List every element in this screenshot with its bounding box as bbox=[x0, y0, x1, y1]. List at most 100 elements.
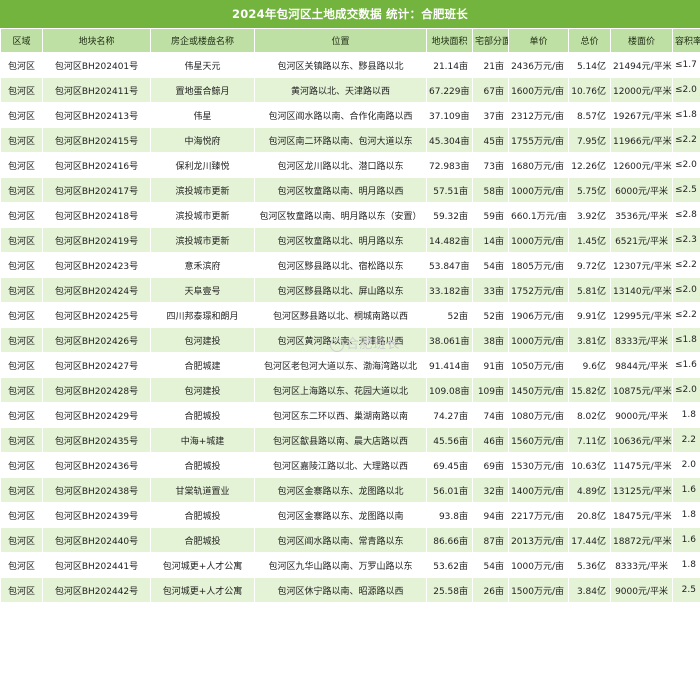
col-plot-name-cell: 包河区BH202424号 bbox=[42, 277, 151, 303]
col-plot-area-cell: 57.51亩 bbox=[426, 177, 473, 203]
col-district-cell: 包河区 bbox=[0, 152, 43, 178]
col-plot-name-cell: 包河区BH202442号 bbox=[42, 577, 151, 603]
col-unit-price-cell: 1000万元/亩 bbox=[508, 227, 569, 253]
col-plot-area-cell: 38.061亩 bbox=[426, 327, 473, 353]
col-developer-cell: 伟星 bbox=[150, 102, 255, 128]
col-developer-cell: 合肥城投 bbox=[150, 527, 255, 553]
col-total-price-cell: 17.44亿 bbox=[568, 527, 611, 553]
col-district-cell: 包河区 bbox=[0, 202, 43, 228]
col-plot-ratio-cell: 1.8 bbox=[672, 402, 700, 428]
watermark: 合肥班长 bbox=[330, 333, 400, 352]
col-district-cell: 包河区 bbox=[0, 577, 43, 603]
col-location-cell: 包河区黟县路以北、屏山路以东 bbox=[254, 277, 427, 303]
col-developer-cell: 置地蛋合鲸月 bbox=[150, 77, 255, 103]
col-unit-price-header: 单价 bbox=[508, 28, 569, 53]
col-plot-ratio-cell: 1.6 bbox=[672, 477, 700, 503]
table-row: 包河区 包河区BH202429号 合肥城投 包河区东二环以西、巢湖南路以南 74.27亩… bbox=[0, 402, 700, 428]
table-row: 包河区 包河区BH202423号 意禾滨府 包河区黟县路以北、宿松路以东 53.847亩… bbox=[0, 252, 700, 278]
col-residential-area-cell: 73亩 bbox=[472, 152, 509, 178]
col-total-price-cell: 4.89亿 bbox=[568, 477, 611, 503]
col-plot-area-cell: 33.182亩 bbox=[426, 277, 473, 303]
col-plot-ratio-cell: 1.6 bbox=[672, 527, 700, 553]
col-plot-area-cell: 69.45亩 bbox=[426, 452, 473, 478]
col-plot-area-cell: 45.304亩 bbox=[426, 127, 473, 153]
col-district-cell: 包河区 bbox=[0, 127, 43, 153]
col-plot-ratio-cell: ≤2.0 bbox=[672, 77, 700, 103]
header-row: 区域 地块名称 房企或楼盘名称 位置 地块面积 宅部分面 单价 总价 楼面价 容积率 bbox=[0, 28, 700, 53]
col-residential-area-cell: 46亩 bbox=[472, 427, 509, 453]
col-location-cell: 包河区关镇路以东、黟县路以北 bbox=[254, 52, 427, 78]
col-residential-area-cell: 74亩 bbox=[472, 402, 509, 428]
col-total-price-cell: 5.14亿 bbox=[568, 52, 611, 78]
col-plot-area-cell: 37.109亩 bbox=[426, 102, 473, 128]
col-unit-price-cell: 1450万元/亩 bbox=[508, 377, 569, 403]
col-floor-price-cell: 12307元/平米 bbox=[610, 252, 673, 278]
col-plot-ratio-cell: ≤2.2 bbox=[672, 302, 700, 328]
col-developer-cell: 中海悦府 bbox=[150, 127, 255, 153]
col-unit-price-cell: 1600万元/亩 bbox=[508, 77, 569, 103]
col-unit-price-cell: 1530万元/亩 bbox=[508, 452, 569, 478]
col-floor-price-cell: 10875元/平米 bbox=[610, 377, 673, 403]
col-plot-ratio-cell: 1.8 bbox=[672, 502, 700, 528]
col-developer-cell: 包河城更+人才公寓 bbox=[150, 577, 255, 603]
col-location-cell: 包河区东二环以西、巢湖南路以南 bbox=[254, 402, 427, 428]
col-residential-area-cell: 21亩 bbox=[472, 52, 509, 78]
col-plot-ratio-cell: ≤2.8 bbox=[672, 202, 700, 228]
col-floor-price-cell: 18475元/平米 bbox=[610, 502, 673, 528]
col-district-cell: 包河区 bbox=[0, 452, 43, 478]
col-total-price-cell: 10.63亿 bbox=[568, 452, 611, 478]
col-unit-price-cell: 1680万元/亩 bbox=[508, 152, 569, 178]
col-district-cell: 包河区 bbox=[0, 102, 43, 128]
col-unit-price-cell: 1000万元/亩 bbox=[508, 552, 569, 578]
col-plot-name-cell: 包河区BH202429号 bbox=[42, 402, 151, 428]
col-residential-area-cell: 32亩 bbox=[472, 477, 509, 503]
col-plot-name-cell: 包河区BH202426号 bbox=[42, 327, 151, 353]
col-plot-area-cell: 74.27亩 bbox=[426, 402, 473, 428]
table-row: 包河区 包河区BH202428号 包河建投 包河区上海路以东、花园大道以北 109.08… bbox=[0, 377, 700, 403]
col-district-header: 区域 bbox=[0, 28, 43, 53]
col-plot-name-cell: 包河区BH202441号 bbox=[42, 552, 151, 578]
col-plot-ratio-cell: 2.0 bbox=[672, 452, 700, 478]
col-floor-price-cell: 13125元/平米 bbox=[610, 477, 673, 503]
col-district-cell: 包河区 bbox=[0, 327, 43, 353]
table-row: 包河区 包河区BH202419号 滨投城市更新 包河区牧童路以北、明月路以东 14.48… bbox=[0, 227, 700, 253]
col-unit-price-cell: 2436万元/亩 bbox=[508, 52, 569, 78]
col-plot-area-cell: 52亩 bbox=[426, 302, 473, 328]
col-total-price-cell: 9.72亿 bbox=[568, 252, 611, 278]
col-plot-area-cell: 67.229亩 bbox=[426, 77, 473, 103]
table-row: 包河区 包河区BH202442号 包河城更+人才公寓 包河区休宁路以南、昭源路以西 25… bbox=[0, 577, 700, 603]
col-total-price-cell: 9.91亿 bbox=[568, 302, 611, 328]
col-plot-ratio-cell: ≤2.0 bbox=[672, 277, 700, 303]
watermark-logo-icon bbox=[330, 337, 344, 352]
col-total-price-cell: 3.84亿 bbox=[568, 577, 611, 603]
table-row: 包河区 包河区BH202424号 天阜壹号 包河区黟县路以北、屏山路以东 33.182亩… bbox=[0, 277, 700, 303]
col-plot-area-cell: 53.847亩 bbox=[426, 252, 473, 278]
col-unit-price-cell: 1000万元/亩 bbox=[508, 177, 569, 203]
col-total-price-cell: 5.81亿 bbox=[568, 277, 611, 303]
col-plot-name-cell: 包河区BH202440号 bbox=[42, 527, 151, 553]
col-plot-name-cell: 包河区BH202413号 bbox=[42, 102, 151, 128]
col-plot-area-cell: 109.08亩 bbox=[426, 377, 473, 403]
col-floor-price-cell: 13140元/平米 bbox=[610, 277, 673, 303]
col-plot-name-cell: 包河区BH202411号 bbox=[42, 77, 151, 103]
col-developer-cell: 甘棠轨道置业 bbox=[150, 477, 255, 503]
col-plot-area-cell: 93.8亩 bbox=[426, 502, 473, 528]
col-residential-area-cell: 94亩 bbox=[472, 502, 509, 528]
col-residential-area-cell: 109亩 bbox=[472, 377, 509, 403]
col-residential-area-cell: 33亩 bbox=[472, 277, 509, 303]
col-plot-ratio-cell: 2.5 bbox=[672, 577, 700, 603]
col-location-cell: 包河区老包河大道以东、渤海湾路以北 bbox=[254, 352, 427, 378]
col-floor-price-cell: 12600元/平米 bbox=[610, 152, 673, 178]
col-location-header: 位置 bbox=[254, 28, 427, 53]
col-floor-price-cell: 12995元/平米 bbox=[610, 302, 673, 328]
col-residential-area-header: 宅部分面 bbox=[472, 28, 509, 53]
col-plot-ratio-cell: ≤2.0 bbox=[672, 377, 700, 403]
col-unit-price-cell: 1752万元/亩 bbox=[508, 277, 569, 303]
col-location-cell: 包河区金寨路以东、龙图路以北 bbox=[254, 477, 427, 503]
table-row: 包河区 包河区BH202440号 合肥城投 包河区阊水路以南、常青路以东 86.66亩 8… bbox=[0, 527, 700, 553]
col-plot-area-cell: 25.58亩 bbox=[426, 577, 473, 603]
col-total-price-cell: 15.82亿 bbox=[568, 377, 611, 403]
col-total-price-cell: 1.45亿 bbox=[568, 227, 611, 253]
col-total-price-cell: 9.6亿 bbox=[568, 352, 611, 378]
table-row: 包河区 包河区BH202411号 置地蛋合鲸月 黄河路以北、天津路以西 67.229亩 6… bbox=[0, 77, 700, 103]
